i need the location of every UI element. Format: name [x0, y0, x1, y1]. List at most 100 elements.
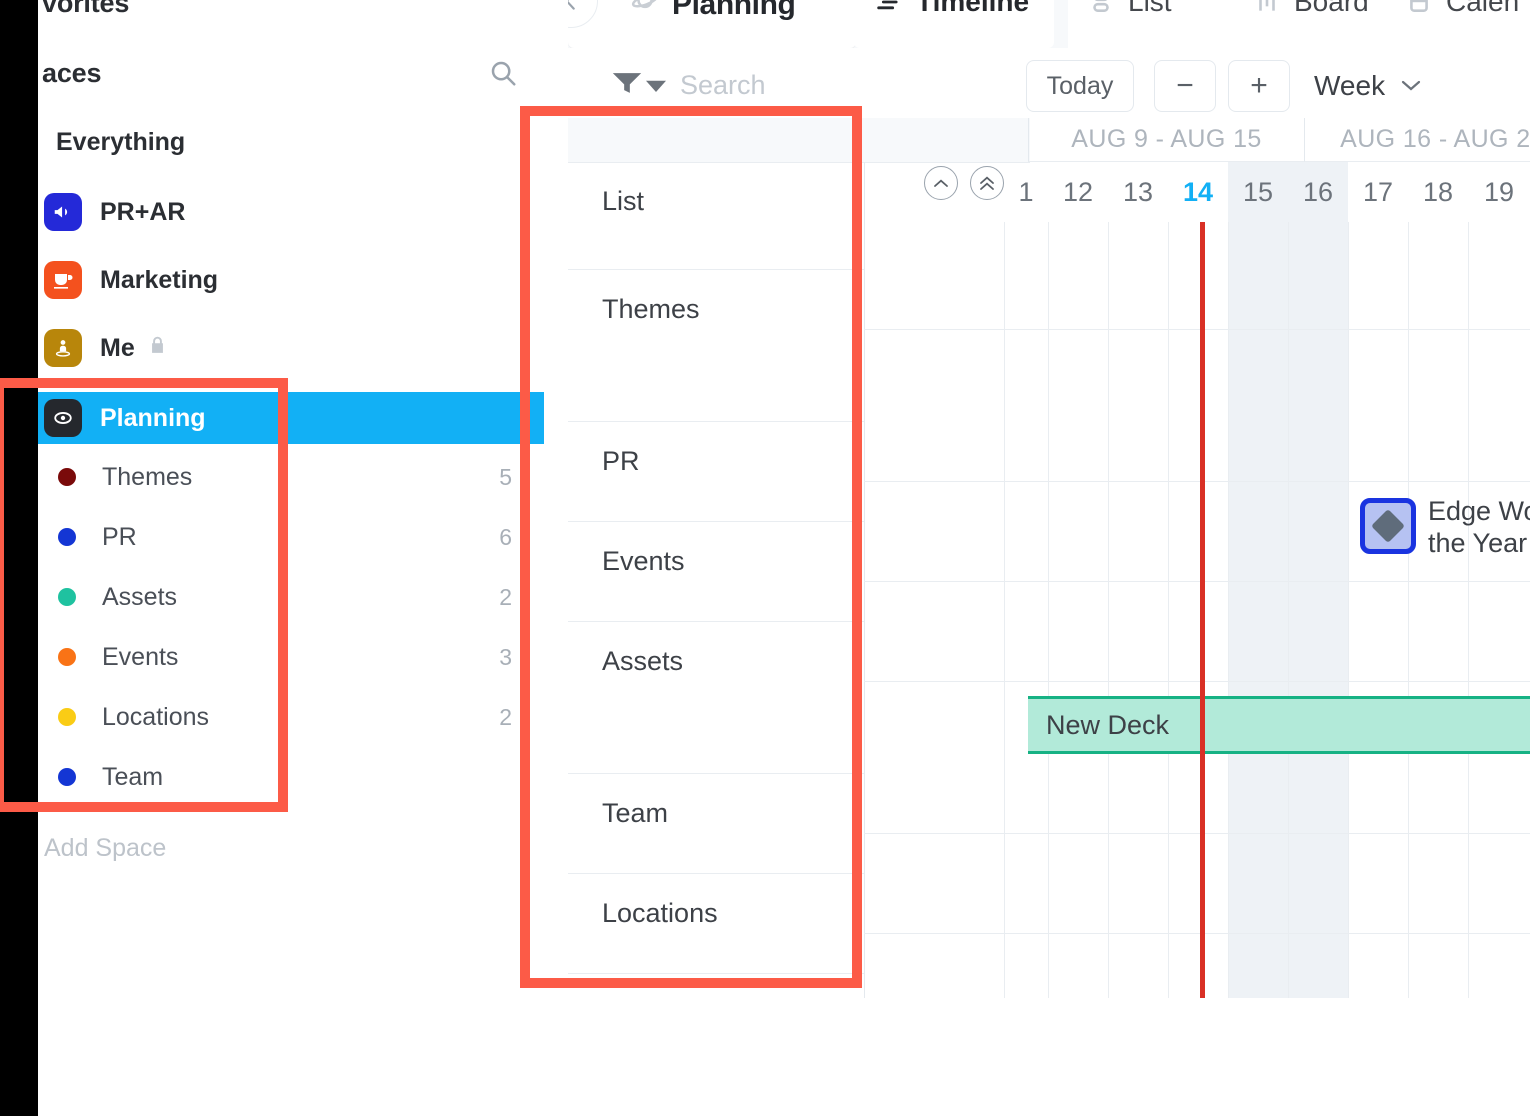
- sidebar-list-locations[interactable]: Locations 2: [58, 697, 528, 737]
- day-header: 12: [1062, 176, 1094, 207]
- week-header: AUG 9 - AUG 15: [1028, 118, 1304, 162]
- chevron-down-icon: [1399, 73, 1423, 99]
- timeline-row-themes[interactable]: Themes: [568, 270, 864, 422]
- sidebar-list-assets[interactable]: Assets 2: [58, 577, 528, 617]
- timeline-row-assets[interactable]: Assets: [568, 622, 864, 774]
- timeline-icon: [874, 0, 902, 16]
- list-color-dot: [58, 648, 76, 666]
- sidebar-list-count: 2: [499, 583, 512, 610]
- sidebar-space-planning-active[interactable]: Planning: [38, 392, 544, 444]
- sidebar-space-label: Planning: [100, 403, 206, 432]
- sidebar-favorites-header: vorites: [42, 0, 130, 18]
- timeline-row-pr[interactable]: PR: [568, 422, 864, 522]
- sidebar-list-label: Themes: [102, 462, 193, 491]
- timeline-row-list[interactable]: List: [568, 162, 864, 270]
- search-icon[interactable]: [488, 58, 518, 88]
- sidebar-list-team[interactable]: Team: [58, 757, 528, 797]
- list-color-dot: [58, 528, 76, 546]
- tab-calendar[interactable]: Calen: [1406, 0, 1519, 18]
- sidebar-space-label: PR+AR: [100, 197, 186, 226]
- today-indicator-line: [1200, 222, 1205, 998]
- sidebar-list-events[interactable]: Events 3: [58, 637, 528, 677]
- day-header: 17: [1362, 176, 1394, 207]
- eye-icon: [44, 399, 82, 437]
- person-pin-icon: [44, 329, 82, 367]
- tab-label: Calen: [1446, 0, 1520, 17]
- timeline-list-column: List Themes PR Events Assets Team Locati…: [568, 162, 865, 998]
- milestone-label: Edge Wo the Year: [1428, 496, 1530, 560]
- timeline-task-bar-new-deck[interactable]: New Deck: [1028, 696, 1530, 754]
- sidebar-space-pr-ar[interactable]: PR+AR: [44, 190, 185, 234]
- view-tab-bar: Planning Timeline List Board Calen: [568, 0, 1530, 48]
- sidebar-space-marketing[interactable]: Marketing: [44, 258, 218, 302]
- sidebar-space-label: Marketing: [100, 265, 219, 294]
- sidebar-space-me[interactable]: Me: [44, 326, 168, 370]
- day-header: 18: [1422, 176, 1454, 207]
- sidebar-space-label: Me: [100, 333, 135, 362]
- sidebar-item-everything[interactable]: Everything: [56, 128, 185, 157]
- sidebar-list-themes[interactable]: Themes 5: [58, 457, 528, 497]
- calendar-icon: [1406, 0, 1432, 15]
- day-header-today: 14: [1182, 176, 1214, 207]
- milestone-label-line1: Edge Wo: [1428, 496, 1530, 526]
- sidebar-list-count: 2: [499, 703, 512, 730]
- sidebar-list-label: PR: [102, 522, 137, 551]
- zoom-in-button[interactable]: +: [1228, 60, 1290, 112]
- timeline-row-label: Events: [602, 546, 685, 576]
- list-color-dot: [58, 588, 76, 606]
- breadcrumb[interactable]: Planning: [630, 0, 796, 23]
- tab-label: List: [1128, 0, 1172, 17]
- timeline-row-locations[interactable]: Locations: [568, 874, 864, 974]
- zoom-level-selector[interactable]: Week: [1314, 70, 1423, 102]
- timeline-grid-area: List Themes PR Events Assets Team Locati…: [568, 118, 1530, 998]
- timeline-row-label: List: [602, 186, 645, 216]
- day-header: 13: [1122, 176, 1154, 207]
- task-bar-label: New Deck: [1046, 709, 1170, 740]
- timeline-row-events[interactable]: Events: [568, 522, 864, 622]
- tab-label: Board: [1294, 0, 1369, 17]
- filter-funnel-icon[interactable]: [610, 70, 644, 96]
- timeline-row-label: PR: [602, 446, 640, 476]
- diamond-icon: [1371, 509, 1405, 543]
- saturn-icon: [630, 0, 660, 23]
- tab-timeline[interactable]: Timeline: [874, 0, 1029, 18]
- zoom-out-button[interactable]: −: [1154, 60, 1216, 112]
- timeline-row-team[interactable]: Team: [568, 774, 864, 874]
- sidebar: vorites aces Everything PR+AR Marketing: [0, 0, 568, 1116]
- timeline-row-label: Locations: [602, 898, 718, 928]
- coffee-cup-icon: [44, 261, 82, 299]
- sidebar-list-count: 5: [499, 463, 512, 490]
- list-color-dot: [58, 768, 76, 786]
- day-header: 16: [1288, 162, 1348, 222]
- milestone-label-line2: the Year: [1428, 527, 1528, 558]
- list-color-dot: [58, 468, 76, 486]
- timeline-row-label: Team: [602, 798, 669, 828]
- timeline-toolbar: Search Today − + Week: [568, 48, 1530, 118]
- zoom-level-label: Week: [1314, 70, 1386, 101]
- day-header: 19: [1483, 176, 1515, 207]
- tab-list[interactable]: List: [1088, 0, 1172, 18]
- sidebar-list-pr[interactable]: PR 6: [58, 517, 528, 557]
- page-title: Planning: [672, 0, 796, 21]
- search-input[interactable]: Search: [680, 70, 766, 101]
- lock-icon: [147, 333, 168, 363]
- chevron-left-icon: [568, 0, 575, 10]
- sidebar-list-label: Locations: [102, 702, 210, 731]
- caret-down-icon[interactable]: [646, 80, 666, 99]
- day-header: 1: [1018, 176, 1034, 207]
- sidebar-list-label: Assets: [102, 582, 178, 611]
- timeline-date-grid: AUG 9 - AUG 15 AUG 16 - AUG 22 1 12 13 1…: [864, 118, 1530, 998]
- main-pane: Planning Timeline List Board Calen Searc…: [568, 0, 1530, 1116]
- tab-board[interactable]: Board: [1254, 0, 1369, 18]
- timeline-milestone-marker[interactable]: [1360, 498, 1416, 554]
- add-space-button[interactable]: Add Space: [44, 834, 166, 863]
- screenshot-root: vorites aces Everything PR+AR Marketing: [0, 0, 1530, 1116]
- sidebar-list-count: 3: [499, 643, 512, 670]
- sidebar-list-label: Team: [102, 762, 164, 791]
- megaphone-icon: [44, 193, 82, 231]
- sidebar-list-count: 6: [499, 523, 512, 550]
- timeline-row-label: Themes: [602, 294, 700, 324]
- tab-label: Timeline: [916, 0, 1030, 17]
- today-button[interactable]: Today: [1026, 60, 1134, 112]
- board-icon: [1254, 0, 1280, 15]
